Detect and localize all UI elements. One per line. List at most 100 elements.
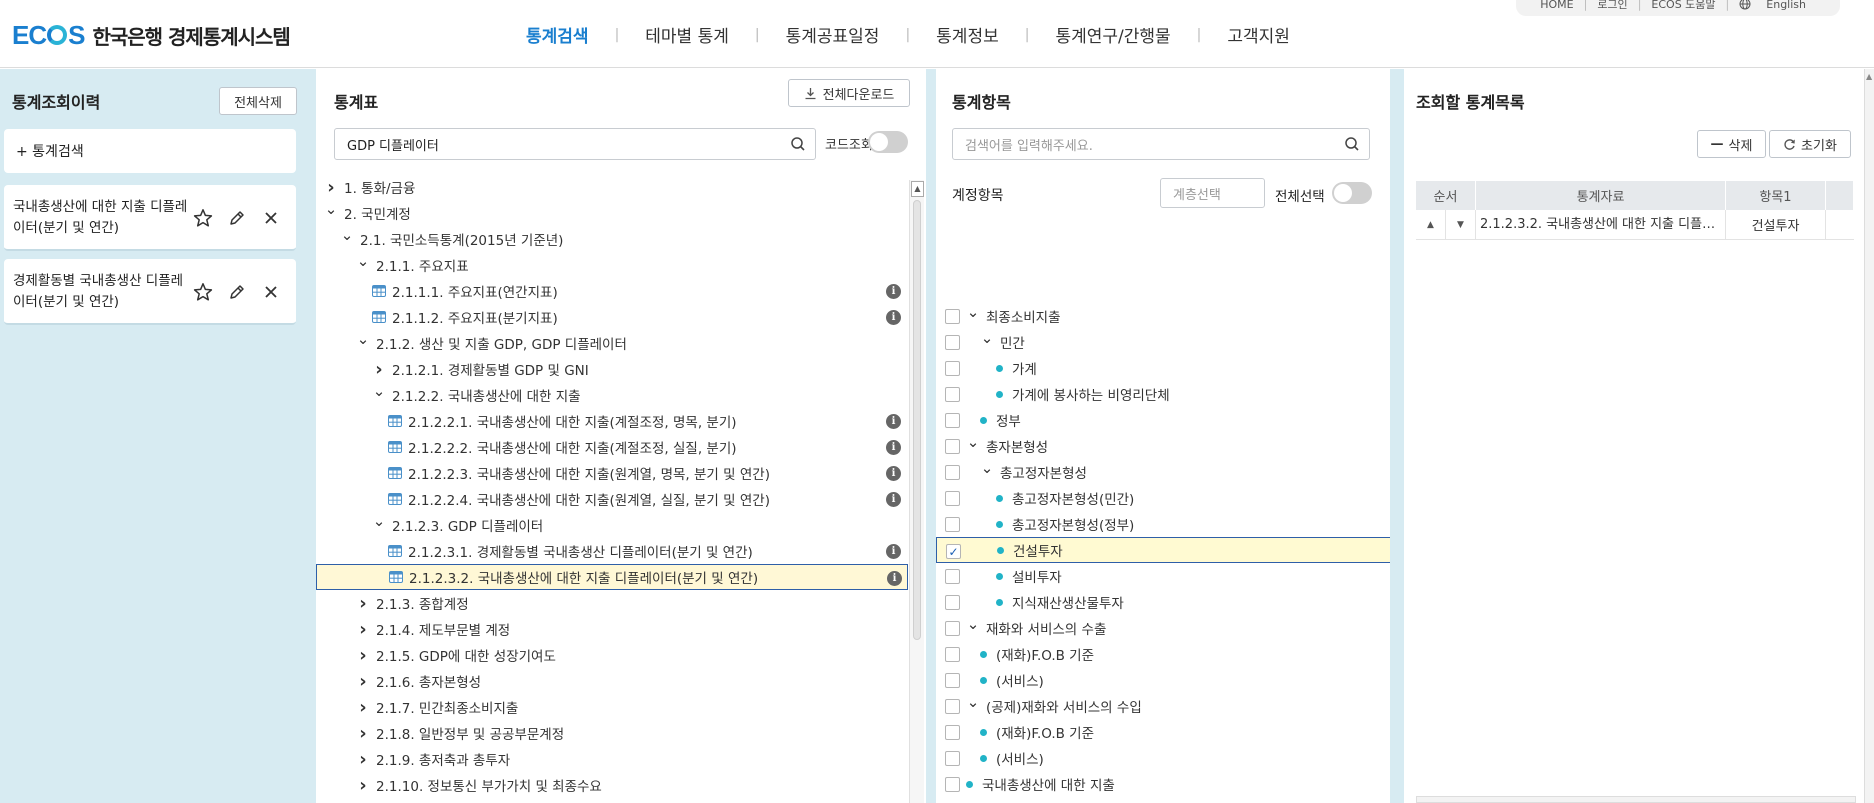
table-row[interactable]: ▲ ▼ 2.1.2.3.2. 국내총생산에 대한 지출 디플레이터(분기 및 연… — [1416, 210, 1854, 240]
item-row[interactable]: ⌄ 총고정자본형성 — [936, 459, 1390, 485]
chevron-right-icon[interactable]: › — [324, 177, 338, 198]
item-row[interactable]: ⌄ 총자본형성 — [936, 433, 1390, 459]
stat-category-node[interactable]: ⌄ 2. 국민계정 — [316, 200, 908, 226]
item-row[interactable]: 총고정자본형성(정부) — [936, 511, 1390, 537]
checkbox[interactable] — [945, 387, 960, 402]
checkbox[interactable] — [945, 439, 960, 454]
checkbox[interactable] — [945, 309, 960, 324]
panel-divider[interactable] — [1390, 69, 1404, 803]
chevron-right-icon[interactable]: › — [356, 671, 370, 692]
checkbox[interactable] — [945, 777, 960, 792]
stat-category-node[interactable]: › 1. 통화/금융 — [316, 174, 908, 200]
page-scrollbar[interactable]: ▲ — [1864, 69, 1874, 803]
checkbox[interactable] — [945, 335, 960, 350]
login-link[interactable]: 로그인 — [1587, 0, 1637, 12]
stat-table-node[interactable]: 2.1.2.3.1. 경제활동별 국내총생산 디플레이터(분기 및 연간) i — [316, 538, 908, 564]
move-down-icon[interactable]: ▼ — [1446, 210, 1476, 239]
stat-search-input[interactable]: GDP 디플레이터 — [334, 128, 816, 160]
history-item[interactable]: 국내총생산에 대한 지출 디플레이터(분기 및 연간) — [4, 185, 296, 251]
stat-table-node[interactable]: 2.1.1.2. 주요지표(분기지표) i — [316, 304, 908, 330]
stat-table-node[interactable]: 2.1.2.2.3. 국내총생산에 대한 지출(원계열, 명목, 분기 및 연간… — [316, 460, 908, 486]
scrollbar-thumb[interactable] — [913, 200, 921, 640]
item-row[interactable]: (재화)F.O.B 기준 — [936, 641, 1390, 667]
chevron-down-icon[interactable]: ⌄ — [356, 330, 370, 348]
stat-category-node[interactable]: ⌄ 2.1.1. 주요지표 — [316, 252, 908, 278]
chevron-down-icon[interactable]: ⌄ — [966, 615, 980, 633]
close-icon[interactable] — [259, 206, 283, 230]
item-row[interactable]: ⌄ (공제)재화와 서비스의 수입 — [936, 693, 1390, 719]
scroll-up-arrow[interactable]: ▲ — [911, 181, 924, 197]
move-up-icon[interactable]: ▲ — [1416, 210, 1446, 239]
panel-divider[interactable] — [926, 69, 936, 803]
item-row[interactable]: 가계에 봉사하는 비영리단체 — [936, 381, 1390, 407]
edit-icon[interactable] — [225, 280, 249, 304]
chevron-right-icon[interactable]: › — [372, 359, 386, 380]
checkbox[interactable] — [945, 491, 960, 506]
chevron-down-icon[interactable]: ⌄ — [324, 200, 338, 218]
chevron-down-icon[interactable]: ⌄ — [966, 693, 980, 711]
info-icon[interactable]: i — [886, 466, 901, 481]
item-row[interactable]: 총고정자본형성(민간) — [936, 485, 1390, 511]
stat-category-node[interactable]: ⌄ 2.1.2. 생산 및 지출 GDP, GDP 디플레이터 — [316, 330, 908, 356]
nav-release-schedule[interactable]: 통계공표일정 — [760, 22, 906, 47]
item-row[interactable]: 지식재산생산물투자 — [936, 589, 1390, 615]
checkbox[interactable] — [945, 569, 960, 584]
chevron-right-icon[interactable]: › — [356, 723, 370, 744]
checkbox[interactable] — [945, 465, 960, 480]
horizontal-scrollbar[interactable] — [1416, 796, 1856, 803]
stat-category-node[interactable]: › 2.1.6. 총자본형성 — [316, 668, 908, 694]
panel-divider[interactable] — [305, 69, 316, 803]
info-icon[interactable]: i — [887, 571, 902, 586]
stat-table-node[interactable]: 2.1.2.2.1. 국내총생산에 대한 지출(계절조정, 명목, 분기) i — [316, 408, 908, 434]
nav-support[interactable]: 고객지원 — [1201, 22, 1316, 47]
item-row[interactable]: ⌄ 최종소비지출 — [936, 303, 1390, 329]
chevron-down-icon[interactable]: ⌄ — [356, 252, 370, 270]
item-row[interactable]: 국내총생산에 대한 지출 — [936, 771, 1390, 797]
checkbox[interactable] — [945, 517, 960, 532]
checkbox-checked[interactable]: ✓ — [946, 544, 961, 559]
chevron-down-icon[interactable]: ⌄ — [372, 512, 386, 530]
stat-table-node[interactable]: 2.1.2.2.4. 국내총생산에 대한 지출(원계열, 실질, 분기 및 연간… — [316, 486, 908, 512]
stat-category-node[interactable]: ⌄ 2.1.2.2. 국내총생산에 대한 지출 — [316, 382, 908, 408]
edit-icon[interactable] — [225, 206, 249, 230]
nav-research[interactable]: 통계연구/간행물 — [1029, 22, 1196, 47]
stat-table-node[interactable]: 2.1.1.1. 주요지표(연간지표) i — [316, 278, 908, 304]
new-search-button[interactable]: + 통계검색 — [4, 129, 296, 173]
chevron-down-icon[interactable]: ⌄ — [966, 433, 980, 451]
item-row[interactable]: ✓ 건설투자 — [936, 537, 1390, 563]
chevron-right-icon[interactable]: › — [356, 697, 370, 718]
stat-category-node[interactable]: ⌄ 2.1. 국민소득통계(2015년 기준년) — [316, 226, 908, 252]
star-icon[interactable] — [191, 280, 215, 304]
stat-category-node[interactable]: › 2.1.4. 제도부문별 계정 — [316, 616, 908, 642]
item-row[interactable]: 정부 — [936, 407, 1390, 433]
info-icon[interactable]: i — [886, 544, 901, 559]
stat-category-node[interactable]: › 2.1.3. 종합계정 — [316, 590, 908, 616]
stat-category-node[interactable]: › 2.1.9. 총저축과 총투자 — [316, 746, 908, 772]
checkbox[interactable] — [945, 361, 960, 376]
stat-category-node[interactable]: › 2.1.5. GDP에 대한 성장기여도 — [316, 642, 908, 668]
chevron-right-icon[interactable]: › — [356, 593, 370, 614]
search-icon[interactable] — [790, 136, 806, 152]
info-icon[interactable]: i — [886, 492, 901, 507]
checkbox[interactable] — [945, 647, 960, 662]
item-row[interactable]: (서비스) — [936, 667, 1390, 693]
chevron-down-icon[interactable]: ⌄ — [980, 329, 994, 347]
stat-category-node[interactable]: ⌄ 2.1.2.3. GDP 디플레이터 — [316, 512, 908, 538]
item-row[interactable]: ⌄ 재화와 서비스의 수출 — [936, 615, 1390, 641]
chevron-right-icon[interactable]: › — [356, 619, 370, 640]
chevron-down-icon[interactable]: ⌄ — [372, 382, 386, 400]
nav-stat-info[interactable]: 통계정보 — [910, 22, 1025, 47]
checkbox[interactable] — [945, 699, 960, 714]
chevron-down-icon[interactable]: ⌄ — [340, 226, 354, 244]
nav-theme-stats[interactable]: 테마별 통계 — [619, 22, 755, 47]
nav-stat-search[interactable]: 통계검색 — [500, 22, 615, 47]
close-icon[interactable] — [259, 280, 283, 304]
stat-table-node[interactable]: 2.1.2.2.2. 국내총생산에 대한 지출(계절조정, 실질, 분기) i — [316, 434, 908, 460]
info-icon[interactable]: i — [886, 284, 901, 299]
scroll-up-arrow[interactable]: ▲ — [1866, 72, 1872, 81]
info-icon[interactable]: i — [886, 414, 901, 429]
checkbox[interactable] — [945, 621, 960, 636]
help-link[interactable]: ECOS 도움말 — [1641, 0, 1725, 12]
item-row[interactable]: ⌄ 민간 — [936, 329, 1390, 355]
checkbox[interactable] — [945, 413, 960, 428]
